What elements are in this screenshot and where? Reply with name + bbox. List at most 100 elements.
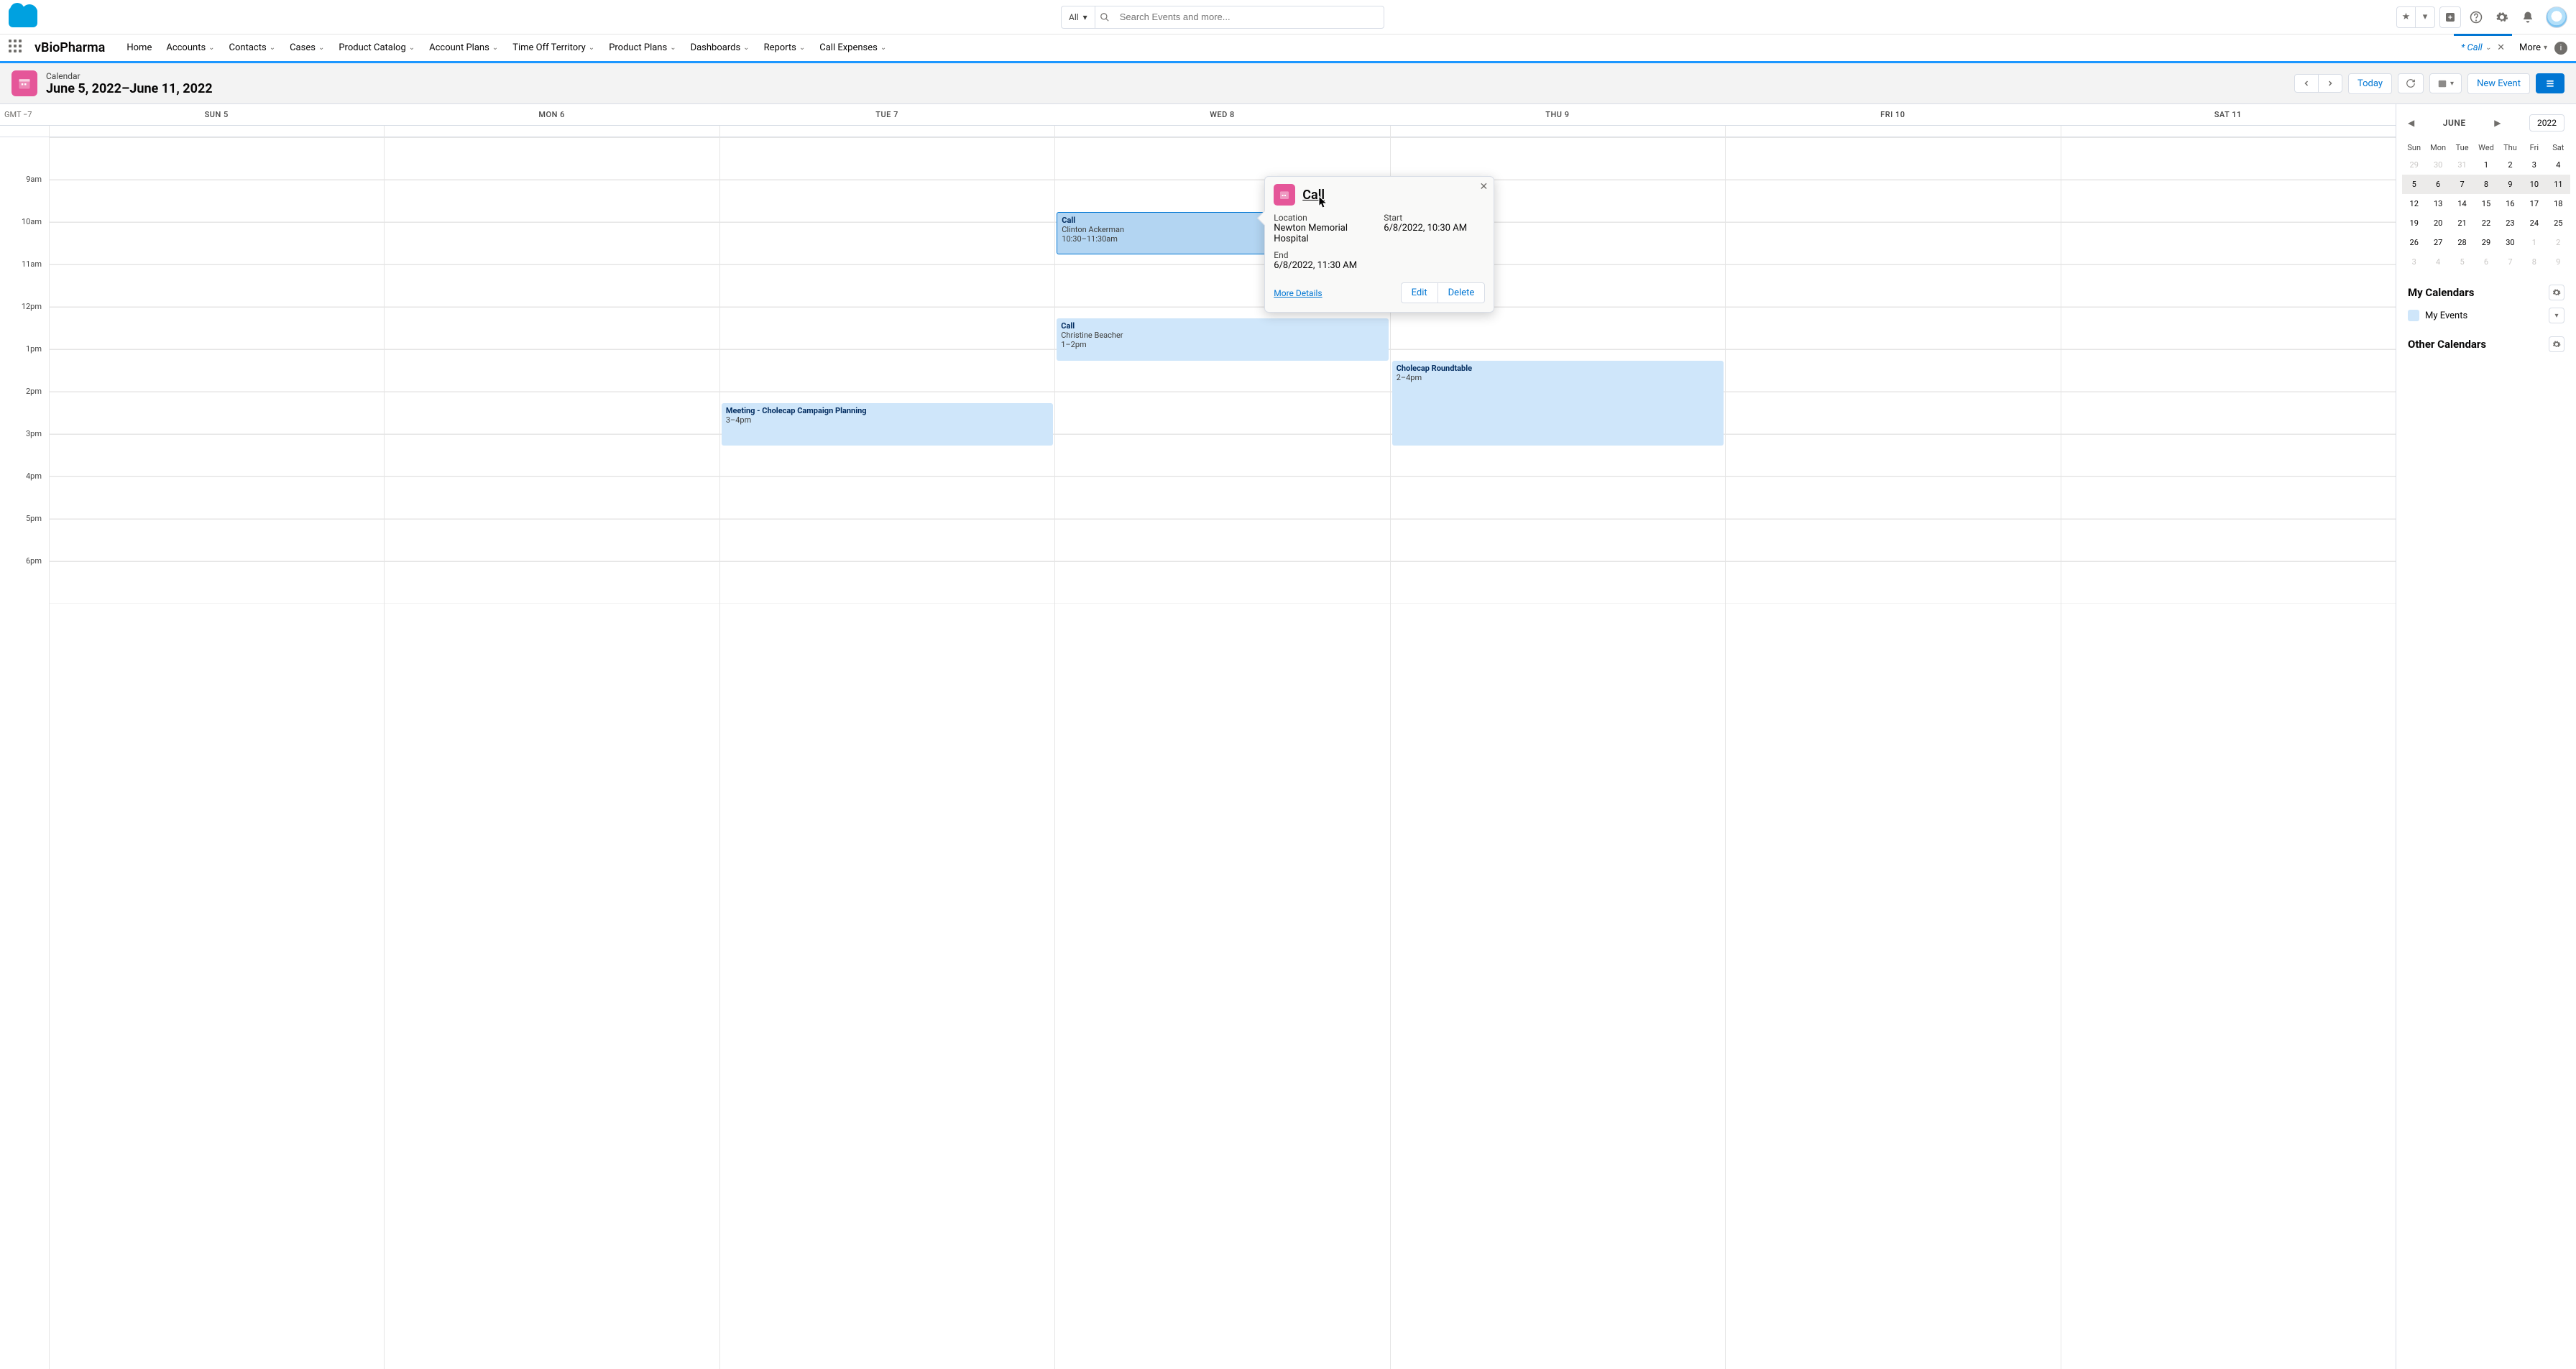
chevron-down-icon[interactable]: ▾ xyxy=(2416,7,2434,27)
mini-day-cell[interactable]: 2 xyxy=(2547,233,2570,252)
more-details-link[interactable]: More Details xyxy=(1274,288,1322,298)
chevron-down-icon[interactable]: ⌄ xyxy=(799,44,805,52)
chevron-down-icon[interactable]: ⌄ xyxy=(492,44,498,52)
mini-day-cell[interactable]: 21 xyxy=(2450,213,2474,233)
mini-day-cell[interactable]: 3 xyxy=(2522,155,2546,175)
chevron-down-icon[interactable]: ⌄ xyxy=(743,44,749,52)
mini-day-cell[interactable]: 15 xyxy=(2474,194,2498,213)
chevron-down-icon[interactable]: ⌄ xyxy=(270,44,275,52)
star-icon[interactable]: ★ xyxy=(2397,7,2416,27)
chevron-down-icon[interactable]: ⌄ xyxy=(208,44,214,52)
other-calendars-settings-button[interactable] xyxy=(2549,336,2564,352)
edit-button[interactable]: Edit xyxy=(1402,283,1438,303)
mini-day-cell[interactable]: 28 xyxy=(2450,233,2474,252)
mini-day-cell[interactable]: 18 xyxy=(2547,194,2570,213)
favorites-button[interactable]: ★ ▾ xyxy=(2396,6,2435,28)
day-column[interactable]: Meeting - Cholecap Campaign Planning3–4p… xyxy=(719,126,1054,1369)
mini-day-cell[interactable]: 23 xyxy=(2498,213,2522,233)
calendar-color-swatch[interactable] xyxy=(2408,310,2419,321)
mini-day-cell[interactable]: 4 xyxy=(2547,155,2570,175)
chevron-down-icon[interactable]: ⌄ xyxy=(2485,44,2491,52)
mini-day-cell[interactable]: 29 xyxy=(2474,233,2498,252)
mini-day-cell[interactable]: 3 xyxy=(2402,252,2426,272)
mini-day-cell[interactable]: 25 xyxy=(2547,213,2570,233)
nav-item-product-catalog[interactable]: Product Catalog⌄ xyxy=(331,34,422,61)
mini-day-cell[interactable]: 8 xyxy=(2474,175,2498,194)
mini-day-cell[interactable]: 11 xyxy=(2547,175,2570,194)
mini-day-cell[interactable]: 1 xyxy=(2522,233,2546,252)
mini-day-cell[interactable]: 22 xyxy=(2474,213,2498,233)
mini-day-cell[interactable]: 27 xyxy=(2426,233,2450,252)
add-button[interactable] xyxy=(2439,6,2461,28)
day-column[interactable] xyxy=(49,126,384,1369)
chevron-down-icon[interactable]: ⌄ xyxy=(409,44,415,52)
mini-day-cell[interactable]: 13 xyxy=(2426,194,2450,213)
nav-item-accounts[interactable]: Accounts⌄ xyxy=(159,34,221,61)
notifications-button[interactable] xyxy=(2517,6,2539,28)
prev-week-button[interactable] xyxy=(2295,75,2318,92)
mini-day-cell[interactable]: 29 xyxy=(2402,155,2426,175)
search-scope-dropdown[interactable]: All ▾ xyxy=(1062,6,1095,28)
day-column[interactable] xyxy=(1725,126,2060,1369)
mini-day-cell[interactable]: 24 xyxy=(2522,213,2546,233)
day-column[interactable] xyxy=(384,126,719,1369)
mini-prev-month[interactable]: ◀ xyxy=(2408,118,2414,128)
nav-item-reports[interactable]: Reports⌄ xyxy=(757,34,813,61)
close-tab-icon[interactable]: ✕ xyxy=(2497,42,2505,53)
mini-day-cell[interactable]: 6 xyxy=(2426,175,2450,194)
new-event-button[interactable]: New Event xyxy=(2467,73,2530,94)
nav-item-product-plans[interactable]: Product Plans⌄ xyxy=(602,34,683,61)
mini-day-cell[interactable]: 26 xyxy=(2402,233,2426,252)
mini-day-cell[interactable]: 5 xyxy=(2450,252,2474,272)
tab-call-active[interactable]: * Call ⌄ ✕ xyxy=(2454,34,2512,60)
today-button[interactable]: Today xyxy=(2348,73,2392,94)
mini-day-cell[interactable]: 7 xyxy=(2498,252,2522,272)
mini-day-cell[interactable]: 8 xyxy=(2522,252,2546,272)
nav-item-dashboards[interactable]: Dashboards⌄ xyxy=(684,34,757,61)
mini-day-cell[interactable]: 6 xyxy=(2474,252,2498,272)
mini-day-cell[interactable]: 31 xyxy=(2450,155,2474,175)
mini-day-cell[interactable]: 7 xyxy=(2450,175,2474,194)
info-bubble-icon[interactable]: i xyxy=(2554,42,2567,55)
search-input[interactable] xyxy=(1114,11,1384,22)
mini-day-cell[interactable]: 9 xyxy=(2547,252,2570,272)
mini-day-cell[interactable]: 4 xyxy=(2426,252,2450,272)
nav-item-call-expenses[interactable]: Call Expenses⌄ xyxy=(812,34,893,61)
mini-day-cell[interactable]: 1 xyxy=(2474,155,2498,175)
nav-more[interactable]: More ▾ xyxy=(2512,34,2554,61)
mini-day-cell[interactable]: 12 xyxy=(2402,194,2426,213)
day-column[interactable] xyxy=(2061,126,2396,1369)
chevron-down-icon[interactable]: ⌄ xyxy=(318,44,324,52)
refresh-button[interactable] xyxy=(2398,74,2423,93)
calendar-event[interactable]: Cholecap Roundtable2–4pm xyxy=(1392,361,1724,446)
mini-day-cell[interactable]: 5 xyxy=(2402,175,2426,194)
mini-day-cell[interactable]: 17 xyxy=(2522,194,2546,213)
calendar-event[interactable]: CallChristine Beacher1–2pm xyxy=(1057,318,1388,361)
mini-year-select[interactable]: 2022 xyxy=(2529,114,2564,132)
mini-day-cell[interactable]: 20 xyxy=(2426,213,2450,233)
setup-button[interactable] xyxy=(2491,6,2513,28)
close-popover-button[interactable]: ✕ xyxy=(1480,181,1489,193)
mini-day-cell[interactable]: 9 xyxy=(2498,175,2522,194)
mini-day-cell[interactable]: 14 xyxy=(2450,194,2474,213)
user-avatar[interactable] xyxy=(2546,6,2567,28)
mini-day-cell[interactable]: 30 xyxy=(2498,233,2522,252)
mini-day-cell[interactable]: 10 xyxy=(2522,175,2546,194)
nav-item-contacts[interactable]: Contacts⌄ xyxy=(222,34,283,61)
nav-item-time-off-territory[interactable]: Time Off Territory⌄ xyxy=(505,34,602,61)
salesforce-logo[interactable] xyxy=(9,7,37,27)
popover-title-link[interactable]: Call xyxy=(1302,188,1325,203)
view-switcher-button[interactable]: ▾ xyxy=(2430,74,2461,93)
nav-item-home[interactable]: Home xyxy=(119,34,159,61)
delete-button[interactable]: Delete xyxy=(1438,283,1485,303)
help-button[interactable] xyxy=(2465,6,2487,28)
chevron-down-icon[interactable]: ⌄ xyxy=(589,44,594,52)
toggle-side-panel-button[interactable] xyxy=(2536,73,2564,93)
mini-day-cell[interactable]: 16 xyxy=(2498,194,2522,213)
calendar-event[interactable]: Meeting - Cholecap Campaign Planning3–4p… xyxy=(722,403,1053,446)
mini-day-cell[interactable]: 2 xyxy=(2498,155,2522,175)
mini-day-cell[interactable]: 19 xyxy=(2402,213,2426,233)
calendar-item-menu-button[interactable]: ▾ xyxy=(2549,308,2564,323)
mini-next-month[interactable]: ▶ xyxy=(2494,118,2501,128)
next-week-button[interactable] xyxy=(2318,75,2342,92)
